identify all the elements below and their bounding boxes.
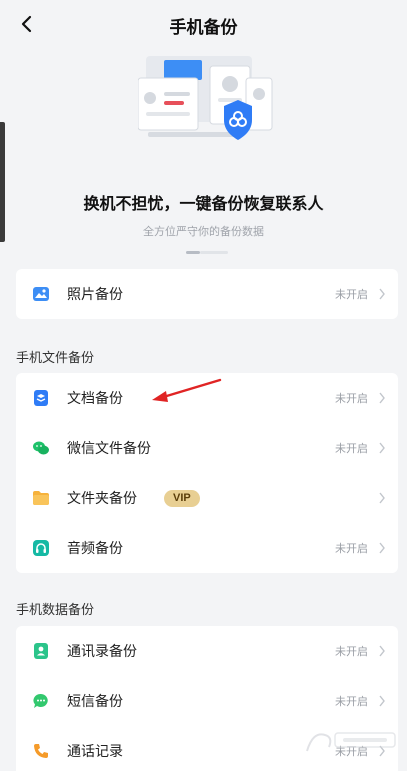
sms-icon (33, 693, 48, 708)
row-label: 音频备份 (67, 540, 123, 556)
row-label: 文档备份 (67, 390, 123, 406)
carousel-dot (200, 251, 228, 254)
row-label: 照片备份 (67, 286, 123, 302)
hero-heading: 换机不担忧，一键备份恢复联系人 (83, 196, 324, 213)
row-wechat-file-backup[interactable]: 微信文件备份 未开启 (16, 423, 398, 473)
folder-icon (33, 491, 49, 505)
row-folder-backup[interactable]: 文件夹备份 VIP (16, 473, 398, 523)
row-label: 短信备份 (67, 693, 123, 709)
watermark-logo (306, 732, 396, 752)
chevron-right-icon (379, 542, 385, 554)
contacts-icon (34, 643, 48, 659)
row-contacts-backup[interactable]: 通讯录备份 未开启 (16, 626, 398, 676)
status-text: 未开启 (335, 696, 368, 708)
row-photo-backup[interactable]: 照片备份 未开启 (16, 269, 398, 319)
carousel-dot-active (186, 251, 200, 254)
carousel-indicator (186, 251, 228, 254)
phone-icon (34, 744, 48, 758)
chevron-right-icon (379, 695, 385, 707)
status-text: 未开启 (335, 543, 368, 555)
row-audio-backup[interactable]: 音频备份 未开启 (16, 523, 398, 573)
row-label: 通讯录备份 (67, 643, 137, 659)
document-icon (34, 390, 48, 406)
row-label: 文件夹备份 (67, 490, 137, 506)
wechat-icon (33, 441, 49, 455)
photo-backup-card: 照片备份 未开启 (16, 269, 398, 319)
status-text: 未开启 (335, 393, 368, 405)
section-title-file-backup: 手机文件备份 (16, 350, 95, 365)
page-title: 手机备份 (169, 18, 238, 37)
status-text: 未开启 (335, 289, 368, 301)
row-sms-backup[interactable]: 短信备份 未开启 (16, 676, 398, 726)
chevron-right-icon (379, 392, 385, 404)
chevron-right-icon (379, 288, 385, 300)
chevron-right-icon (379, 442, 385, 454)
devices-cloud-shield-illustration (138, 56, 273, 140)
annotation-arrow-icon (152, 378, 222, 402)
row-label: 通话记录 (67, 743, 123, 759)
chevron-right-icon (379, 645, 385, 657)
section-title-data-backup: 手机数据备份 (16, 602, 95, 617)
headphones-icon (33, 540, 49, 556)
hero-subtitle: 全方位严守你的备份数据 (143, 226, 264, 238)
photo-icon (33, 287, 49, 301)
status-text: 未开启 (335, 646, 368, 658)
chevron-right-icon (379, 492, 385, 504)
vip-badge: VIP (164, 490, 200, 507)
row-label: 微信文件备份 (67, 440, 151, 456)
status-text: 未开启 (335, 443, 368, 455)
